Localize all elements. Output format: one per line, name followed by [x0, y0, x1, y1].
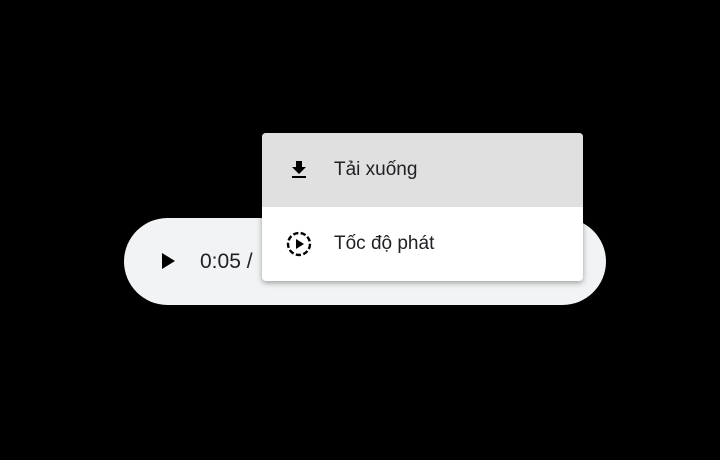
download-icon — [285, 156, 313, 184]
time-display: 0:05 / — [200, 250, 253, 273]
playback-speed-icon — [285, 230, 313, 258]
menu-item-download[interactable]: Tải xuống — [262, 133, 583, 207]
play-icon — [162, 253, 175, 269]
menu-item-playback-speed[interactable]: Tốc độ phát — [262, 207, 583, 281]
menu-item-label: Tốc độ phát — [334, 233, 435, 254]
screen: 0:05 / Tải xuống Tốc độ phát — [0, 0, 720, 460]
overflow-menu: Tải xuống Tốc độ phát — [262, 133, 583, 281]
play-button[interactable] — [150, 243, 186, 279]
menu-item-label: Tải xuống — [334, 159, 418, 180]
